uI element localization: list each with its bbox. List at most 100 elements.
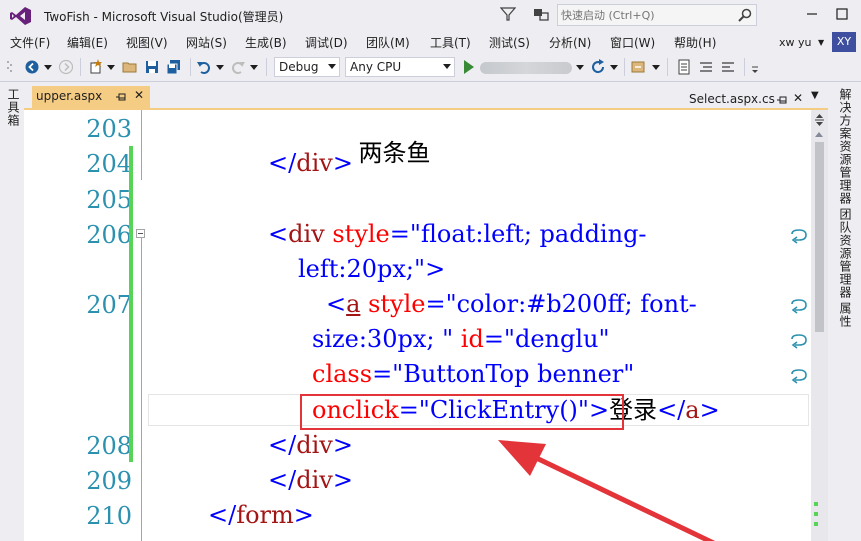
- menu-website[interactable]: 网站(S): [186, 34, 227, 51]
- menu-file[interactable]: 文件(F): [10, 34, 50, 51]
- undo-icon[interactable]: [196, 59, 212, 75]
- tab-overflow-dropdown-icon[interactable]: ▼: [811, 90, 819, 101]
- quick-launch-box[interactable]: [557, 4, 757, 26]
- vertical-scrollbar[interactable]: [811, 110, 828, 541]
- code-line-207-wrap-1: size:30px; " id="denglu": [312, 326, 610, 352]
- solution-platform-select[interactable]: Any CPU: [345, 57, 455, 77]
- avatar[interactable]: XY: [832, 32, 856, 52]
- menu-tools[interactable]: 工具(T): [430, 34, 471, 51]
- solution-configuration-select[interactable]: Debug: [274, 57, 340, 77]
- maximize-button[interactable]: [828, 2, 856, 26]
- open-file-icon[interactable]: [122, 59, 138, 75]
- team-explorer-tab[interactable]: 团队资源管理器: [837, 208, 854, 299]
- code-bracket: >: [332, 466, 353, 494]
- new-project-icon[interactable]: [88, 59, 104, 75]
- menu-build[interactable]: 生成(B): [245, 34, 287, 51]
- redo-dropdown-icon[interactable]: [250, 65, 258, 70]
- code-bracket: >: [293, 501, 314, 529]
- comment-lines-icon[interactable]: [698, 59, 714, 75]
- start-debugging-button[interactable]: [464, 60, 474, 74]
- tab-upper-aspx[interactable]: upper.aspx ✕: [32, 86, 150, 108]
- undo-dropdown-icon[interactable]: [216, 65, 224, 70]
- visual-studio-logo-icon: [10, 7, 31, 25]
- chevron-down-icon: [328, 64, 336, 69]
- menu-analyze[interactable]: 分析(N): [549, 34, 591, 51]
- line-number: 204: [86, 150, 132, 178]
- code-line-207: <a style="color:#b200ff; font-: [326, 291, 697, 317]
- menu-view[interactable]: 视图(V): [126, 34, 168, 51]
- word-wrap-icon: [791, 334, 807, 349]
- collapse-icon[interactable]: [136, 229, 145, 238]
- menu-edit[interactable]: 编辑(E): [67, 34, 108, 51]
- user-name[interactable]: xw yu: [779, 36, 811, 49]
- code-bracket: </: [208, 501, 237, 529]
- pin-icon[interactable]: [116, 92, 126, 102]
- line-number: 208: [86, 432, 132, 460]
- code-tag: a: [346, 290, 361, 318]
- menu-window[interactable]: 窗口(W): [610, 34, 655, 51]
- save-all-icon[interactable]: [166, 59, 182, 75]
- code-tag: div: [296, 431, 333, 459]
- debug-target-dropdown-icon[interactable]: [576, 65, 584, 70]
- code-bracket: >: [332, 431, 353, 459]
- line-number: 205: [86, 186, 132, 214]
- uncomment-lines-icon[interactable]: [720, 59, 736, 75]
- document-tab-strip: upper.aspx ✕ Select.aspx.cs ✕ ▼: [24, 82, 828, 110]
- feedback-icon[interactable]: [532, 5, 550, 23]
- word-wrap-icon: [791, 229, 807, 244]
- refresh-icon[interactable]: [590, 59, 606, 75]
- quick-launch-input[interactable]: [561, 7, 731, 23]
- code-value: "denglu": [503, 325, 610, 353]
- save-icon[interactable]: [144, 59, 160, 75]
- menu-team[interactable]: 团队(M): [366, 34, 410, 51]
- code-equals: =: [425, 290, 446, 318]
- navigate-back-icon[interactable]: [24, 59, 40, 75]
- code-attribute: id: [460, 325, 484, 353]
- toolbar-overflow-icon[interactable]: [750, 59, 760, 75]
- new-dropdown-icon[interactable]: [107, 65, 115, 70]
- toolbox-tab[interactable]: 工具箱: [5, 88, 22, 127]
- code-bracket: >: [332, 149, 353, 177]
- code-tag: div: [296, 149, 333, 177]
- code-equals: =: [389, 220, 410, 248]
- properties-tab[interactable]: 属性: [837, 302, 854, 328]
- annotation-highlight-box: [300, 394, 624, 430]
- toolbar-grip-icon[interactable]: [6, 59, 14, 75]
- line-number: 207: [86, 291, 132, 319]
- redo-icon[interactable]: [230, 59, 246, 75]
- menu-help[interactable]: 帮助(H): [674, 34, 716, 51]
- minimize-button[interactable]: [798, 2, 826, 26]
- line-number: 203: [86, 115, 132, 143]
- scroll-thumb[interactable]: [815, 142, 824, 332]
- right-tool-window-strip: 解决方案资源管理器 团队资源管理器 属性: [828, 82, 861, 541]
- menu-test[interactable]: 测试(S): [489, 34, 530, 51]
- code-line-210: </form>: [208, 502, 314, 528]
- browser-link-dropdown-icon[interactable]: [652, 65, 660, 70]
- page-view-icon[interactable]: [676, 59, 692, 75]
- back-dropdown-icon[interactable]: [44, 65, 52, 70]
- close-icon[interactable]: ✕: [134, 88, 144, 102]
- search-icon[interactable]: [737, 7, 753, 23]
- split-window-icon[interactable]: [814, 114, 825, 126]
- menu-debug[interactable]: 调试(D): [305, 34, 348, 51]
- user-dropdown-icon[interactable]: ▼: [818, 38, 824, 47]
- navigate-forward-icon[interactable]: [58, 59, 74, 75]
- solution-explorer-tab[interactable]: 解决方案资源管理器: [837, 88, 854, 205]
- toolbar-separator: [190, 58, 191, 76]
- pin-icon[interactable]: [777, 95, 787, 105]
- code-editor[interactable]: 203 204 205 206 207 208 209 210 两条鱼 </di…: [24, 110, 811, 541]
- annotation-arrow: [498, 440, 716, 541]
- refresh-dropdown-icon[interactable]: [610, 65, 618, 70]
- code-bracket: </: [657, 396, 686, 424]
- close-icon[interactable]: ✕: [793, 91, 803, 105]
- scroll-up-arrow[interactable]: [815, 132, 823, 137]
- toolbar-separator: [80, 58, 81, 76]
- scroll-change-marker: [814, 502, 818, 506]
- debug-target-redacted[interactable]: [480, 62, 572, 74]
- browser-link-icon[interactable]: [630, 59, 646, 75]
- word-wrap-icon: [791, 299, 807, 314]
- filter-icon[interactable]: [500, 6, 516, 22]
- title-bar: TwoFish - Microsoft Visual Studio(管理员): [0, 0, 861, 32]
- code-line-204: </div>: [268, 150, 353, 176]
- outline-line: [141, 110, 142, 180]
